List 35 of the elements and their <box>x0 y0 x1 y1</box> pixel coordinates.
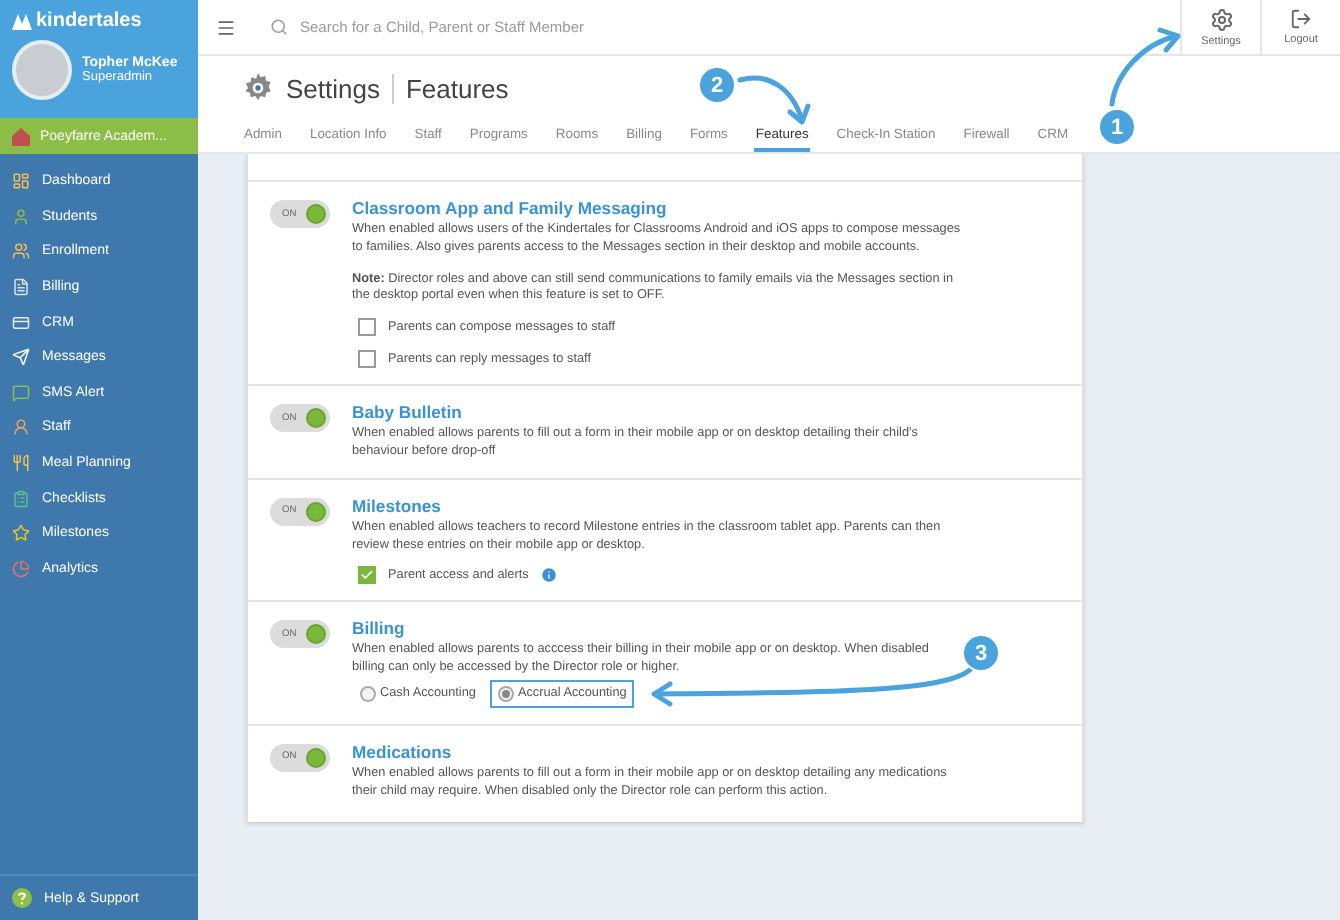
page-subtitle: Features <box>405 73 509 103</box>
checkbox[interactable] <box>358 318 376 337</box>
people-icon <box>12 242 30 261</box>
person-icon <box>12 418 30 437</box>
page-title: Settings <box>286 73 380 103</box>
help-icon <box>12 888 32 908</box>
clipboard-icon <box>12 489 30 508</box>
paper-plane-icon <box>12 348 30 367</box>
avatar <box>12 40 72 100</box>
feature-title: Milestones <box>352 495 443 516</box>
feature-title: Billing <box>352 618 407 639</box>
pie-chart-icon <box>12 559 30 578</box>
gear-icon <box>242 72 274 104</box>
menu-icon <box>216 17 236 37</box>
document-icon <box>12 278 30 297</box>
feature-title: Medications <box>352 741 454 762</box>
utensils-icon <box>12 454 30 473</box>
star-icon <box>12 524 30 543</box>
info-icon[interactable] <box>540 566 559 585</box>
logo-icon <box>12 13 32 29</box>
person-icon <box>12 207 30 226</box>
settings-icon <box>1209 7 1233 31</box>
checkbox[interactable] <box>358 566 376 585</box>
feature-title: Baby Bulletin <box>352 402 464 423</box>
radio-button[interactable] <box>497 685 514 702</box>
logout-icon <box>1290 8 1312 30</box>
dashboard-icon <box>12 172 30 191</box>
card-icon <box>12 313 30 332</box>
school-icon <box>12 127 30 145</box>
radio-button[interactable] <box>360 685 376 702</box>
brand-name: kindertales <box>36 10 142 32</box>
chat-icon <box>12 383 30 402</box>
search-icon <box>270 18 288 36</box>
feature-title: Classroom App and Family Messaging <box>352 198 669 218</box>
checkbox[interactable] <box>358 350 376 369</box>
